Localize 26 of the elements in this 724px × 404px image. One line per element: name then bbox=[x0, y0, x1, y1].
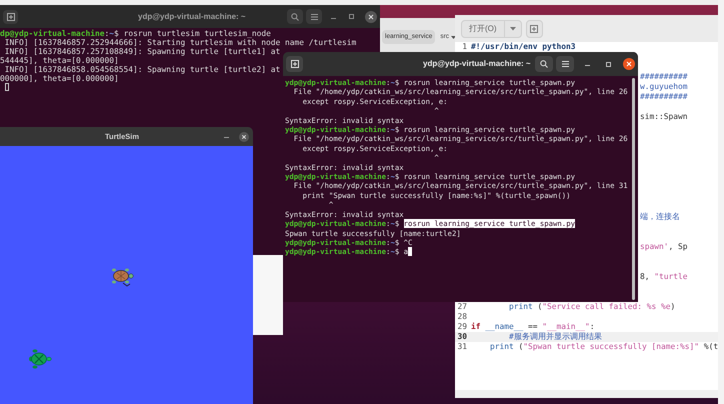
maximize-icon[interactable] bbox=[349, 14, 354, 19]
new-tab-button[interactable] bbox=[3, 10, 18, 24]
menu-icon bbox=[310, 14, 318, 20]
minimize-icon[interactable] bbox=[585, 62, 590, 66]
search-button[interactable] bbox=[287, 9, 303, 24]
close-icon[interactable] bbox=[623, 58, 635, 70]
menu-icon bbox=[562, 61, 568, 67]
search-icon bbox=[291, 12, 299, 20]
search-icon bbox=[540, 60, 548, 68]
turtle-drawing bbox=[111, 267, 135, 287]
maximize-icon[interactable] bbox=[606, 62, 611, 66]
window-title: ydp@ydp-virtual-machine: ~ bbox=[138, 10, 246, 22]
search-button[interactable] bbox=[535, 56, 553, 72]
menu-button[interactable] bbox=[556, 56, 574, 72]
new-tab-icon bbox=[530, 24, 538, 32]
close-icon[interactable] bbox=[239, 132, 249, 142]
new-tab-icon bbox=[6, 12, 14, 20]
minimize-icon[interactable] bbox=[224, 135, 229, 138]
new-tab-button[interactable] bbox=[286, 56, 303, 72]
caret-icon bbox=[510, 26, 516, 30]
turtle-drawing bbox=[28, 349, 52, 369]
window-title: ydp@ydp-virtual-machine: ~ bbox=[423, 58, 531, 70]
menu-button[interactable] bbox=[306, 9, 322, 24]
new-tab-icon bbox=[290, 60, 298, 68]
close-icon[interactable] bbox=[365, 10, 377, 22]
caret-icon bbox=[451, 36, 456, 38]
